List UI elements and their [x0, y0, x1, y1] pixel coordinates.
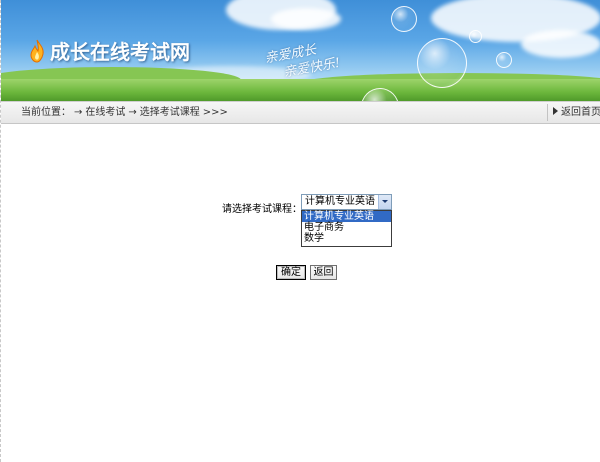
- breadcrumb-tail: >>>: [202, 107, 228, 118]
- flame-icon: [30, 39, 44, 63]
- breadcrumb-prefix: 当前位置：: [21, 107, 71, 118]
- course-select-value: 计算机专业英语: [305, 196, 375, 207]
- page: 成长在线考试网 亲爱成长 亲爱快乐! 当前位置： → 在线考试 → 选择考试课程 >>> …: [0, 0, 600, 462]
- bubble-decoration: [417, 38, 467, 88]
- back-button[interactable]: 返回: [310, 265, 337, 280]
- breadcrumb-arrow: →: [74, 107, 83, 118]
- breadcrumb-item-online-exam[interactable]: 在线考试: [85, 107, 125, 118]
- confirm-button[interactable]: 确定: [276, 265, 306, 280]
- course-select-label: 请选择考试课程：: [222, 204, 302, 215]
- course-select[interactable]: 计算机专业英语: [301, 194, 392, 210]
- breadcrumb-divider: [547, 104, 548, 121]
- bubble-decoration: [391, 6, 417, 32]
- bubble-decoration: [496, 52, 512, 68]
- breadcrumb-trail: 当前位置： → 在线考试 → 选择考试课程 >>>: [21, 106, 231, 120]
- course-option-computer-english[interactable]: 计算机专业英语: [302, 211, 391, 222]
- site-logo[interactable]: 成长在线考试网: [28, 36, 190, 65]
- header-banner: 成长在线考试网 亲爱成长 亲爱快乐!: [1, 0, 600, 101]
- breadcrumb-arrow: →: [128, 107, 137, 118]
- grass: [1, 79, 600, 101]
- dropdown-arrow-button[interactable]: [378, 195, 391, 209]
- triangle-right-icon: [553, 107, 558, 115]
- breadcrumb: 当前位置： → 在线考试 → 选择考试课程 >>> 返回首页: [1, 101, 600, 124]
- course-dropdown-list: 计算机专业英语 电子商务 数学: [301, 210, 392, 247]
- chevron-down-icon: [382, 200, 388, 203]
- cloud: [521, 30, 600, 58]
- site-title: 成长在线考试网: [50, 40, 190, 64]
- back-home-label: 返回首页: [561, 107, 600, 118]
- course-option-math[interactable]: 数学: [302, 233, 391, 244]
- course-option-ecommerce[interactable]: 电子商务: [302, 222, 391, 233]
- cloud: [271, 8, 341, 30]
- bubble-decoration: [469, 30, 482, 43]
- back-home-link[interactable]: 返回首页: [553, 106, 600, 120]
- breadcrumb-item-select-course: 选择考试课程: [139, 107, 200, 118]
